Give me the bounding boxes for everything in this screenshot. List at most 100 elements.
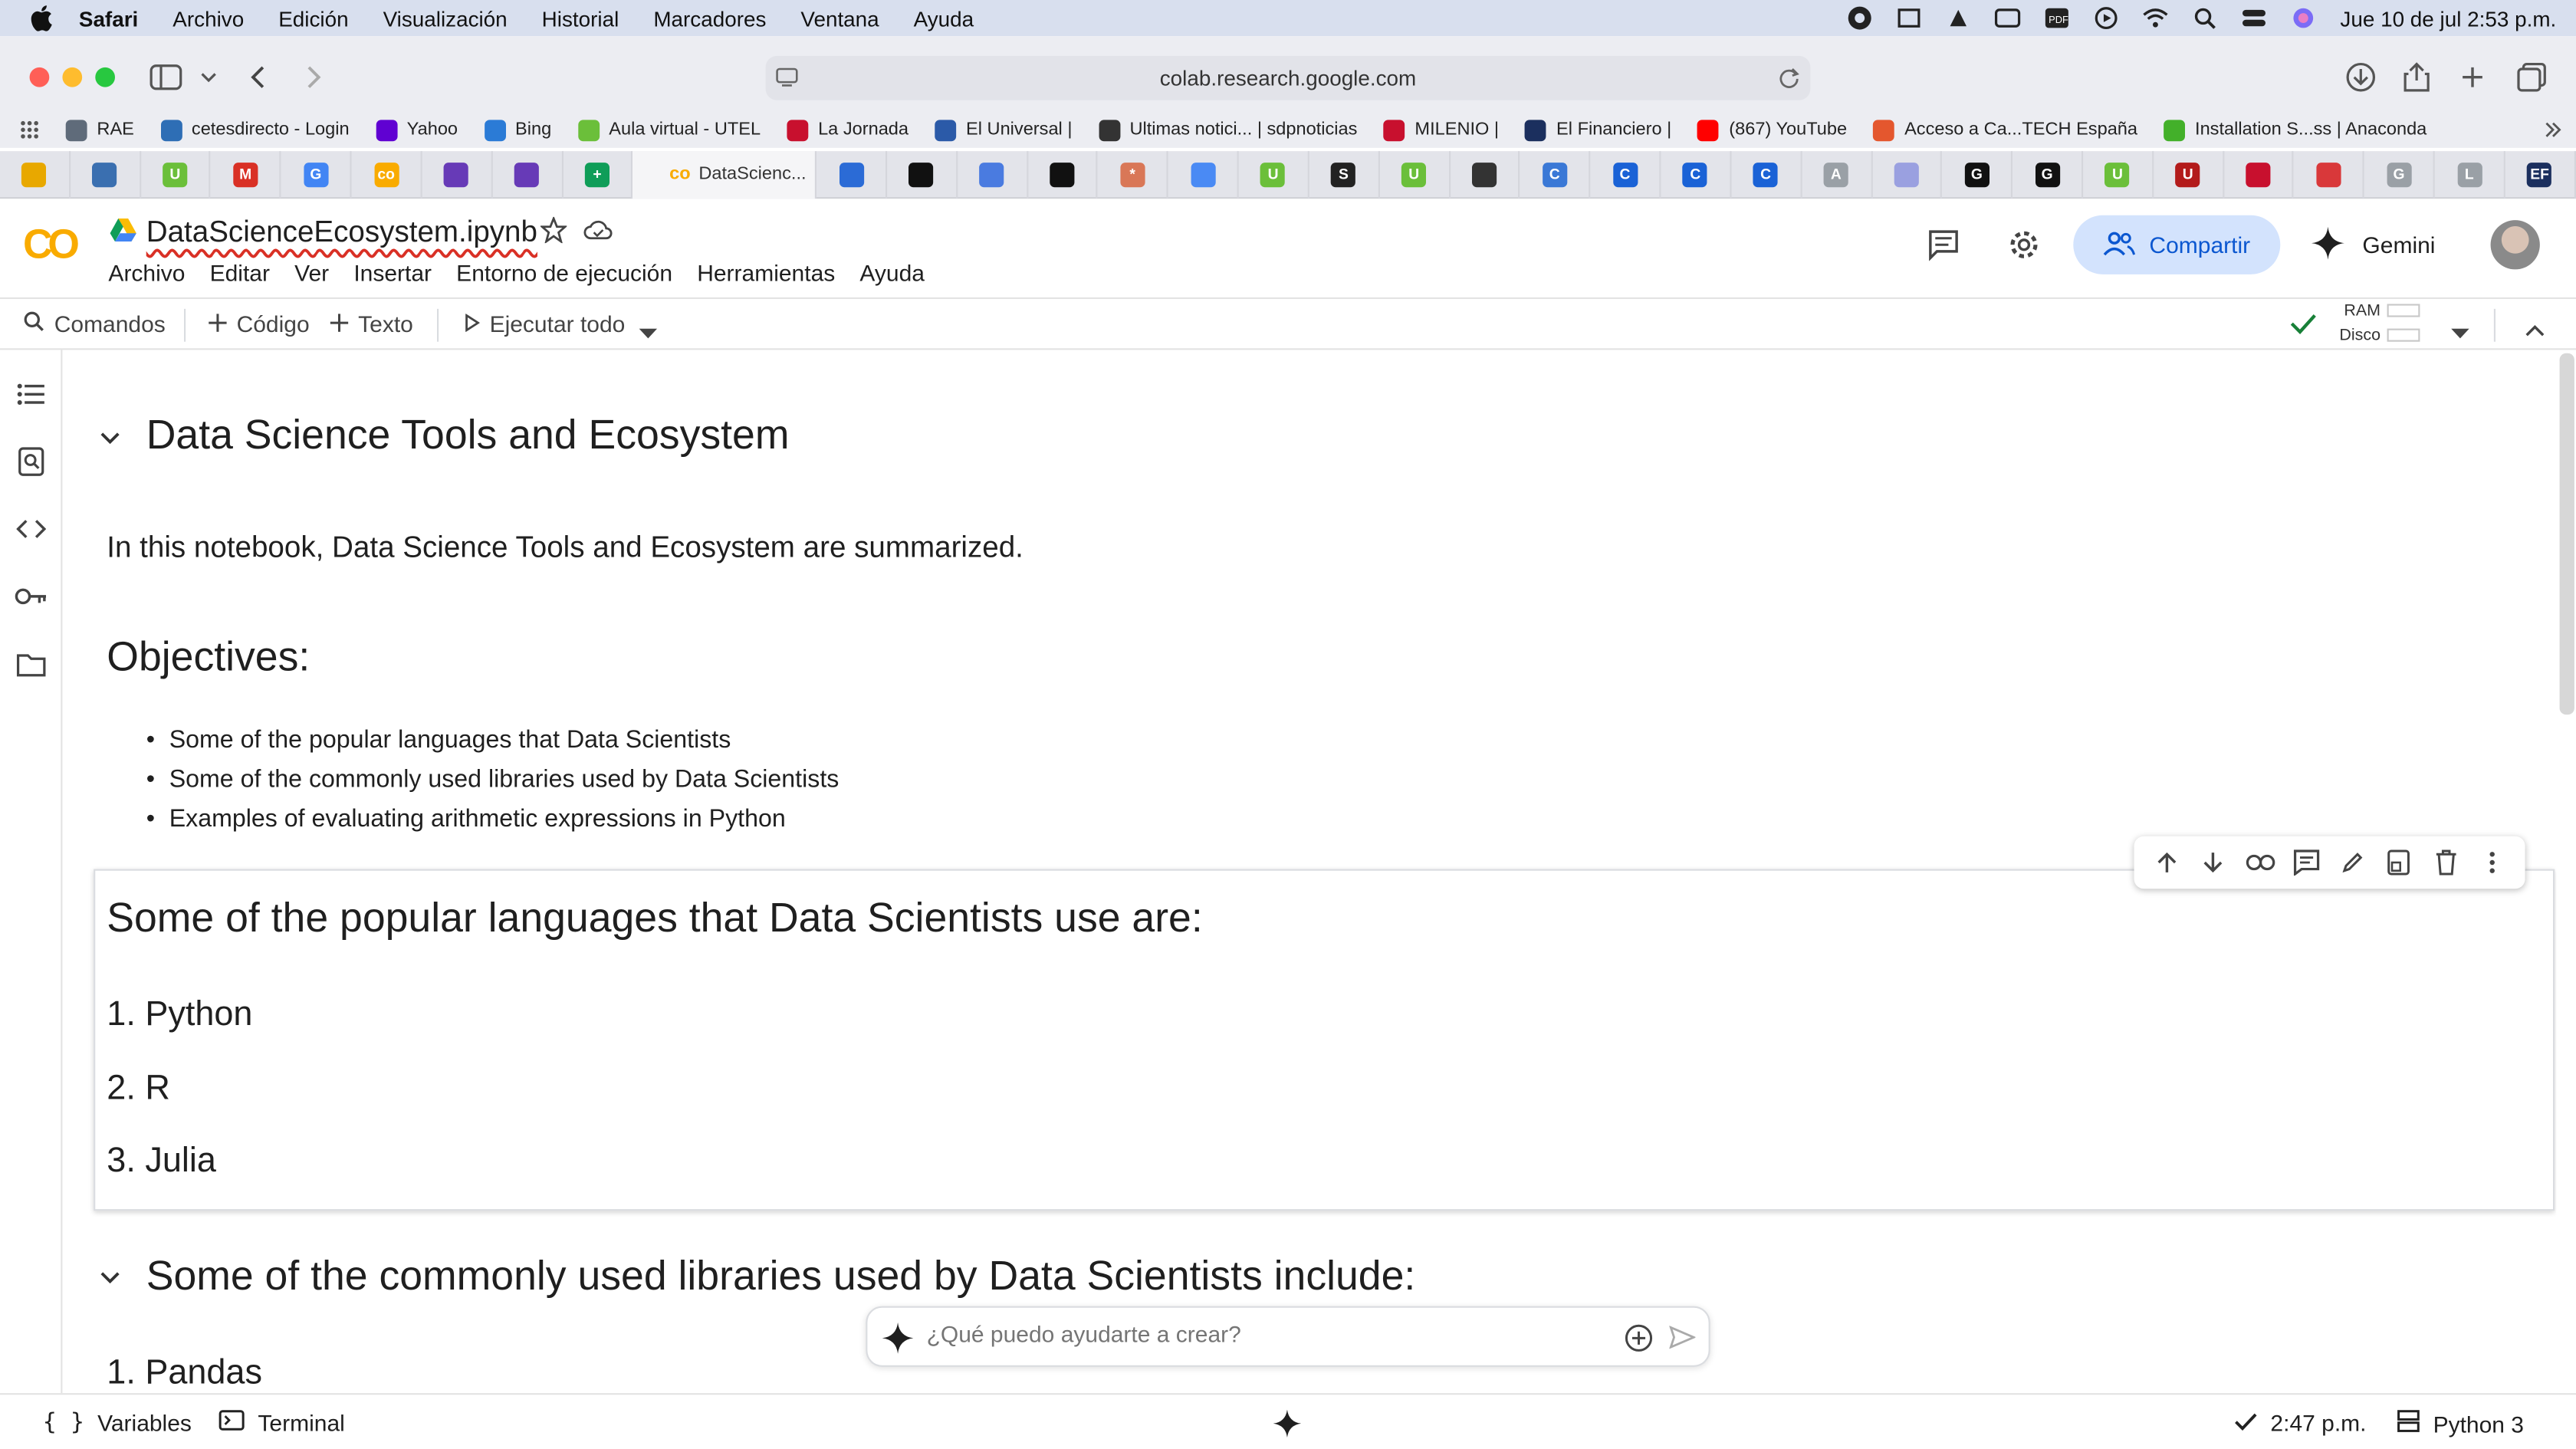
variables-button[interactable]: { } Variables [43, 1410, 192, 1436]
share-icon[interactable] [2399, 59, 2435, 95]
find-replace-icon[interactable] [13, 444, 49, 480]
browser-tab[interactable]: U [2083, 150, 2154, 199]
more-options-icon[interactable] [2477, 848, 2507, 878]
favorite-bookmark[interactable]: Acceso a Ca...TECH España [1873, 119, 2137, 141]
wifi-icon[interactable] [2143, 7, 2169, 30]
browser-tab[interactable]: L [2435, 150, 2505, 199]
browser-tab[interactable]: U [1239, 150, 1309, 199]
menu-ventana[interactable]: Ventana [800, 6, 879, 31]
last-run-status[interactable]: 2:47 p.m. [2234, 1410, 2367, 1436]
browser-tab[interactable] [0, 150, 71, 199]
favorite-bookmark[interactable]: Aula virtual - UTEL [577, 119, 761, 141]
comments-icon[interactable] [1925, 227, 1961, 263]
browser-tab[interactable] [887, 150, 958, 199]
spotlight-search-icon[interactable] [2193, 7, 2219, 30]
runtime-dropdown-icon[interactable] [2451, 319, 2469, 345]
tab-overview-icon[interactable] [2514, 59, 2550, 95]
resource-monitor[interactable]: RAM Disco [2339, 299, 2420, 348]
browser-tab[interactable]: U [1379, 150, 1451, 199]
chevron-down-icon[interactable] [191, 59, 227, 95]
colab-menu-herramientas[interactable]: Herramientas [697, 260, 835, 286]
app-menu-safari[interactable]: Safari [79, 6, 138, 31]
sync-icon[interactable] [1897, 7, 1923, 30]
card-icon[interactable] [1995, 7, 2022, 30]
browser-tab[interactable] [71, 150, 141, 199]
collapse-section-chevron-icon[interactable] [99, 427, 122, 450]
connected-check-icon[interactable] [2290, 312, 2316, 340]
move-down-arrow-icon[interactable] [2199, 848, 2229, 878]
active-tab[interactable]: co DataScienc... [632, 150, 817, 199]
send-icon[interactable] [1668, 1325, 1697, 1357]
colab-menu-insertar[interactable]: Insertar [353, 260, 432, 286]
gemini-spark-icon[interactable] [1273, 1409, 1302, 1443]
accessibility-icon[interactable] [1848, 6, 1874, 30]
favorite-bookmark[interactable]: Installation S...ss | Anaconda [2164, 119, 2426, 141]
colab-menu-editar[interactable]: Editar [210, 260, 270, 286]
collapse-section-chevron-icon[interactable] [99, 1267, 122, 1290]
fortune-icon[interactable] [1946, 7, 1972, 30]
address-bar[interactable]: colab.research.google.com [765, 55, 1811, 100]
menu-edicion[interactable]: Edición [278, 6, 348, 31]
page-settings-icon[interactable] [775, 66, 798, 94]
browser-tab[interactable]: U [2154, 150, 2224, 199]
control-center-icon[interactable] [2242, 7, 2268, 30]
move-up-arrow-icon[interactable] [2152, 848, 2182, 878]
gemini-prompt-input[interactable] [926, 1320, 1584, 1348]
minimize-window-button[interactable] [62, 67, 83, 87]
colab-menu-ver[interactable]: Ver [294, 260, 329, 286]
mirror-cell-icon[interactable] [2384, 848, 2414, 878]
browser-tab[interactable]: C [1731, 150, 1802, 199]
browser-tab[interactable] [2294, 150, 2365, 199]
settings-gear-icon[interactable] [2006, 227, 2042, 263]
favorite-bookmark[interactable]: MILENIO | [1383, 119, 1499, 141]
more-favorites-chevron-icon[interactable] [2543, 120, 2563, 144]
favorite-bookmark[interactable]: Yahoo [375, 119, 458, 141]
avatar[interactable] [2490, 220, 2540, 270]
colab-logo[interactable]: CO [23, 222, 80, 269]
menu-marcadores[interactable]: Marcadores [653, 6, 766, 31]
browser-tab[interactable]: S [1309, 150, 1380, 199]
downloads-icon[interactable] [2343, 59, 2379, 95]
comment-icon[interactable] [2292, 848, 2321, 878]
notebook-filename[interactable]: DataScienceEcosystem.ipynb [146, 215, 537, 250]
url-text[interactable]: colab.research.google.com [1160, 66, 1416, 90]
favorite-bookmark[interactable]: El Universal | [935, 119, 1072, 141]
menu-archivo[interactable]: Archivo [172, 6, 244, 31]
browser-tab[interactable]: C [1661, 150, 1732, 199]
add-code-button[interactable]: Código [209, 310, 310, 337]
delete-trash-icon[interactable] [2431, 848, 2461, 878]
browser-tab[interactable] [958, 150, 1028, 199]
browser-tab[interactable]: G [2364, 150, 2436, 199]
browser-tab[interactable]: G [1943, 150, 2013, 199]
browser-tab[interactable]: + [563, 150, 633, 199]
play-icon[interactable] [2094, 7, 2120, 30]
code-snippets-icon[interactable] [13, 511, 49, 547]
menu-ayuda[interactable]: Ayuda [914, 6, 974, 31]
terminal-button[interactable]: Terminal [219, 1410, 345, 1436]
clock-datetime[interactable]: Jue 10 de jul 2:53 p.m. [2340, 6, 2556, 31]
close-window-button[interactable] [29, 67, 50, 87]
star-icon[interactable] [539, 215, 569, 245]
browser-tab[interactable] [2224, 150, 2295, 199]
browser-tab[interactable] [1028, 150, 1099, 199]
table-of-contents-icon[interactable] [13, 376, 49, 412]
apple-icon[interactable] [30, 5, 56, 31]
menu-historial[interactable]: Historial [542, 6, 619, 31]
vertical-scrollbar[interactable] [2558, 350, 2576, 1393]
favorite-bookmark[interactable]: Bing [484, 119, 551, 141]
browser-tab[interactable]: C [1591, 150, 1661, 199]
favorite-bookmark[interactable]: El Financiero | [1525, 119, 1671, 141]
apps-grid-icon[interactable] [20, 120, 40, 140]
gemini-button[interactable]: Gemini [2310, 215, 2435, 274]
forward-arrow-icon[interactable] [296, 59, 332, 95]
browser-tab[interactable]: EF [2505, 150, 2576, 199]
zoom-window-button[interactable] [95, 67, 115, 87]
link-icon[interactable] [2245, 848, 2275, 878]
browser-tab[interactable]: A [1802, 150, 1872, 199]
back-arrow-icon[interactable] [240, 59, 276, 95]
favorite-bookmark[interactable]: cetesdirecto - Login [160, 119, 350, 141]
gemini-prompt-box[interactable] [866, 1306, 1710, 1367]
add-text-button[interactable]: Texto [330, 310, 413, 337]
add-circle-icon[interactable] [1625, 1324, 1653, 1360]
secrets-key-icon[interactable] [13, 578, 49, 614]
